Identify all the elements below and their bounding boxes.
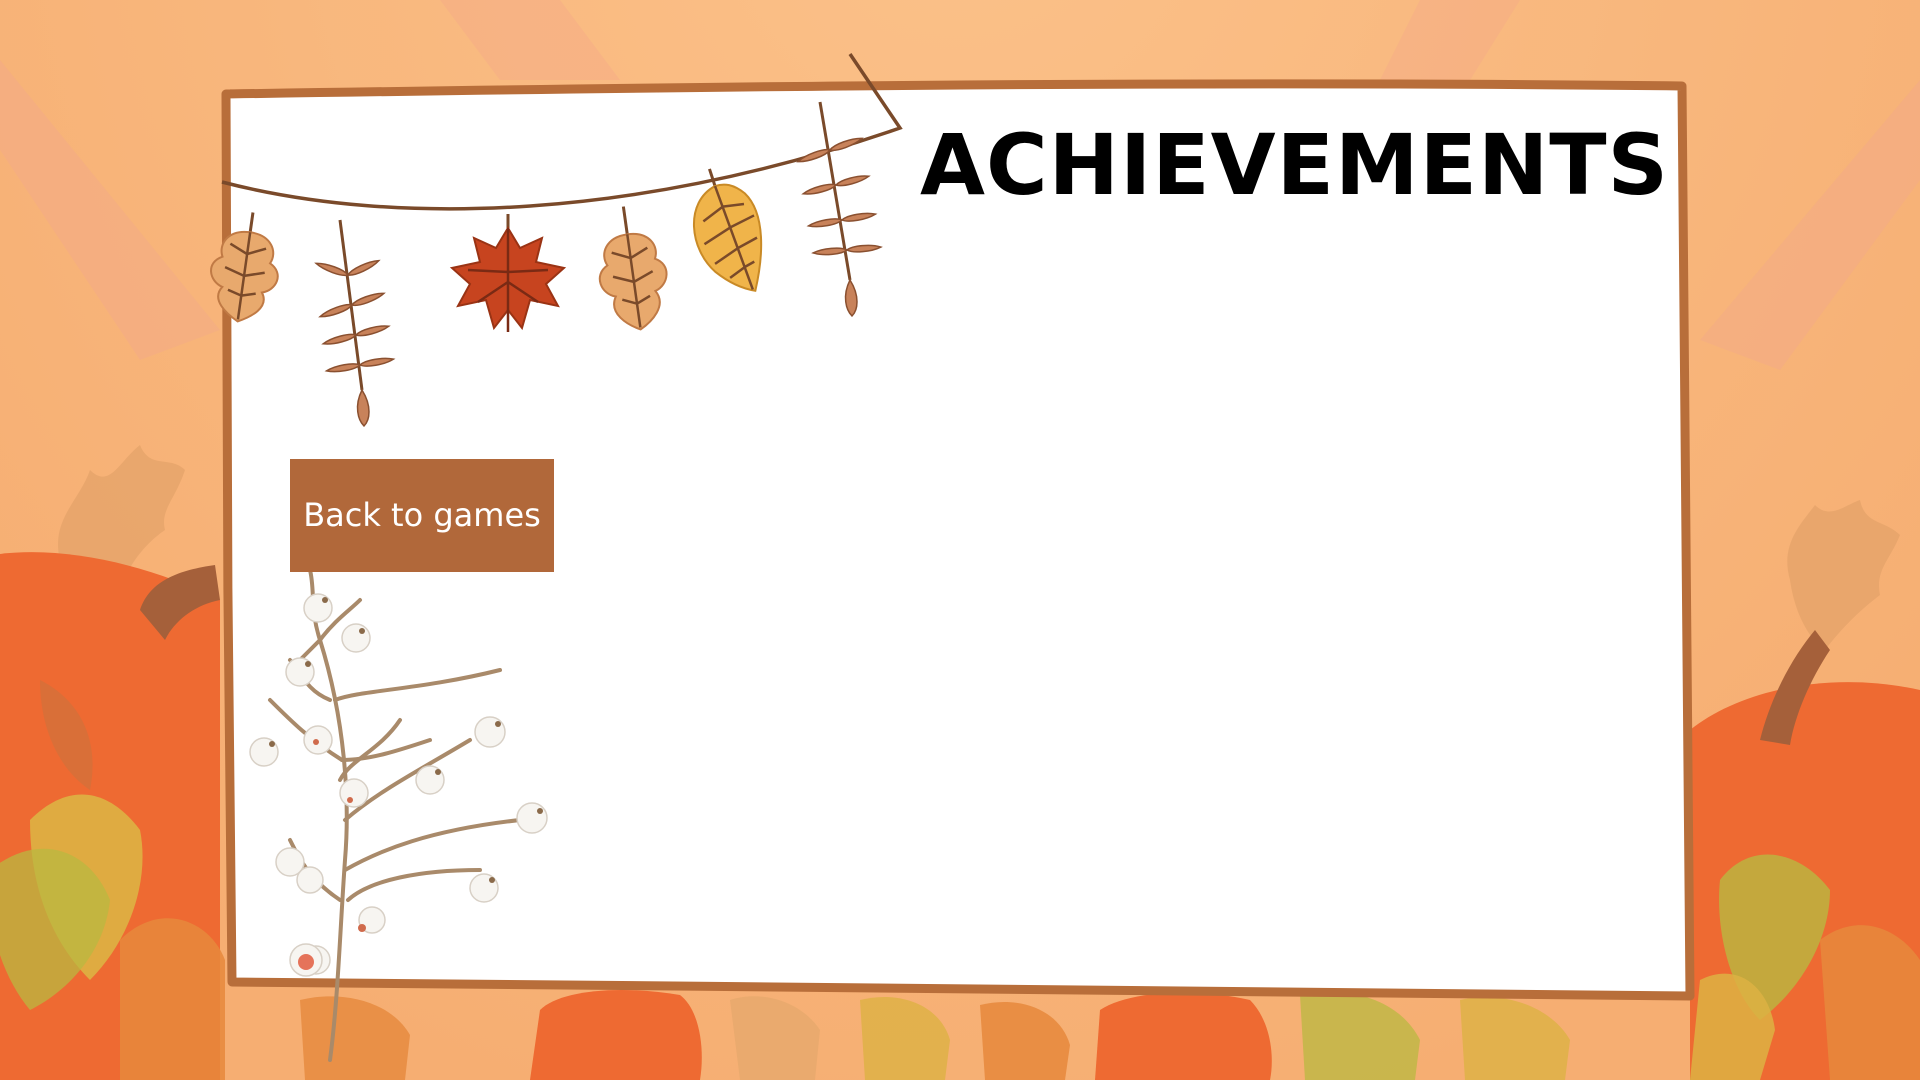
back-to-games-button[interactable]: Back to games (290, 459, 554, 572)
game-screen: ACHIEVEMENTS Back to games (0, 0, 1920, 1080)
page-title: ACHIEVEMENTS (920, 116, 1670, 214)
fall-leaf (1820, 925, 1920, 1080)
pumpkin (530, 990, 702, 1080)
fall-leaf (120, 918, 225, 1080)
pumpkin (1095, 992, 1272, 1080)
